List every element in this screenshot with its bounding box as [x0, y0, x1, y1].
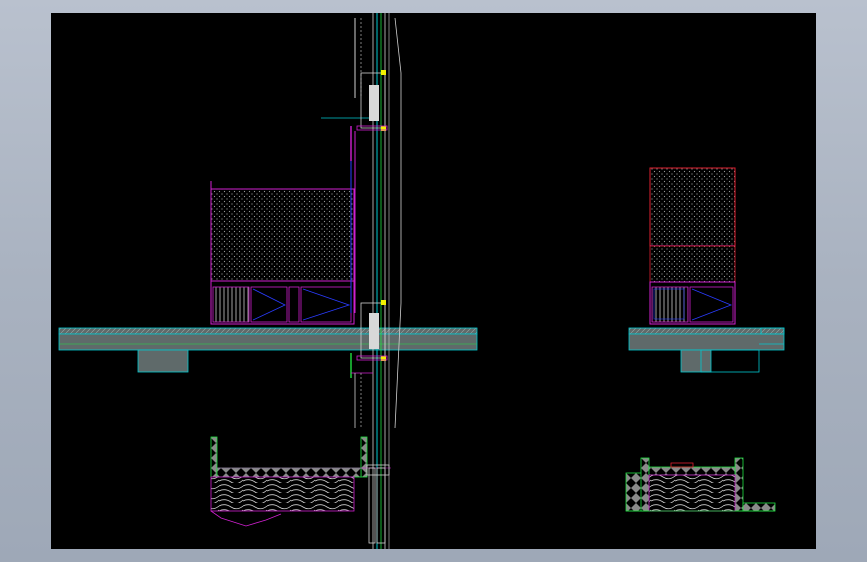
cabinet-unit — [210, 181, 355, 325]
mullion-joint-upper — [356, 70, 388, 131]
left-section — [58, 13, 478, 549]
right-section — [625, 167, 785, 512]
floor-slab-right — [628, 327, 785, 373]
cad-drawing — [58, 13, 785, 549]
floor-slab — [58, 327, 478, 373]
planter-detail-left — [210, 436, 391, 544]
cad-viewport[interactable] — [51, 13, 816, 549]
cabinet-unit-right — [649, 167, 736, 325]
planter-detail-right — [625, 457, 776, 512]
